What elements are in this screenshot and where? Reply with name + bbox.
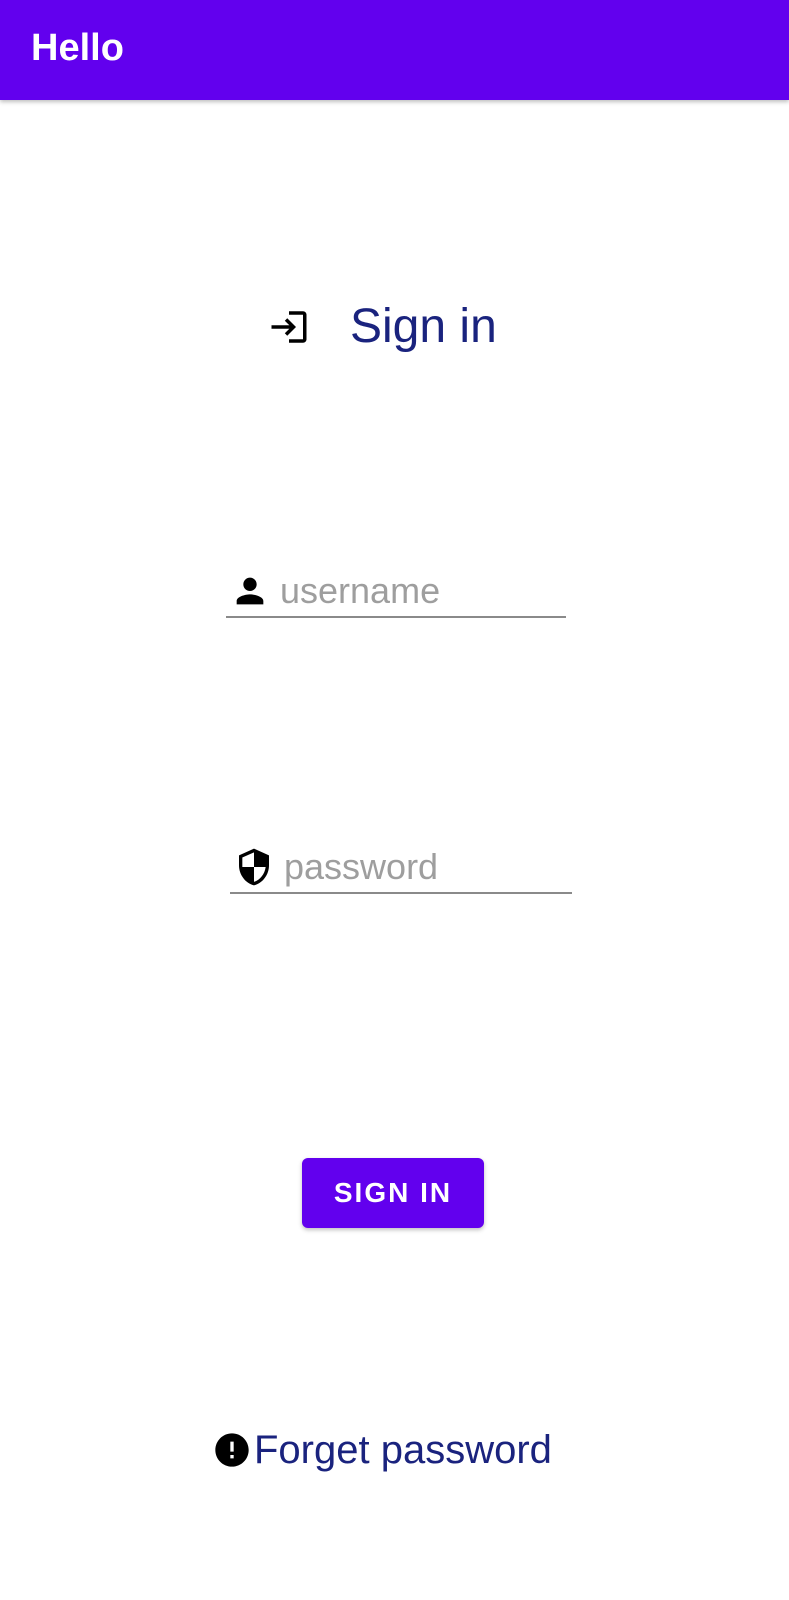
app-bar-title: Hello <box>31 27 124 69</box>
signin-header: Sign in <box>268 296 497 358</box>
login-icon <box>268 306 310 348</box>
username-field[interactable] <box>226 566 566 618</box>
signin-title: Sign in <box>350 300 497 353</box>
error-icon <box>212 1430 252 1470</box>
login-screen: Hello Sign in SIGN IN <box>0 0 789 1600</box>
person-icon <box>230 571 270 611</box>
forget-password-link[interactable]: Forget password <box>212 1422 552 1478</box>
app-bar: Hello <box>0 0 789 100</box>
password-field[interactable] <box>230 842 572 894</box>
forget-password-label: Forget password <box>254 1428 552 1472</box>
password-input[interactable] <box>284 843 564 891</box>
signin-button[interactable]: SIGN IN <box>302 1158 484 1228</box>
security-shield-icon <box>234 847 274 887</box>
username-input[interactable] <box>280 567 560 615</box>
